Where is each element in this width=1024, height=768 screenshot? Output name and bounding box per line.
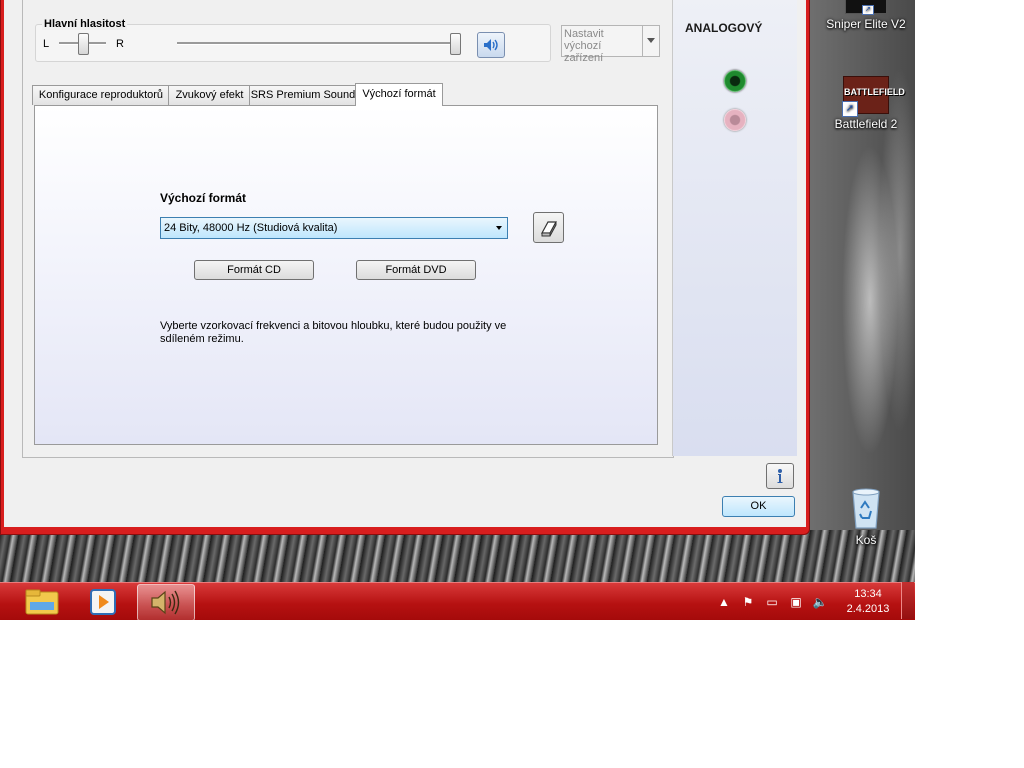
analog-title: ANALOGOVÝ	[685, 21, 763, 35]
desktop-wallpaper-strip	[0, 530, 915, 582]
default-format-panel: Výchozí formát 24 Bity, 48000 Hz (Studio…	[34, 105, 658, 445]
dialog-body: Hlavní hlasitost L R Nastavit výchozí za…	[4, 0, 806, 527]
battlefield-icon: BATTLEFIELD ➚	[842, 76, 905, 117]
clock-time: 13:34	[854, 588, 882, 600]
connector-panel: ANALOGOVÝ	[672, 0, 797, 456]
volume-icon[interactable]: 🔈	[812, 594, 828, 610]
network-icon[interactable]: ▣	[788, 594, 804, 610]
speaker-icon	[484, 39, 498, 51]
taskbar-clock[interactable]: 13:34 2.4.2013	[838, 587, 898, 617]
analog-jack-pink[interactable]	[724, 109, 746, 131]
main-volume-title: Hlavní hlasitost	[42, 18, 128, 30]
restore-defaults-button[interactable]	[533, 212, 564, 243]
desktop-icon-label: Battlefield 2	[834, 117, 898, 131]
volume-slider-track[interactable]	[177, 42, 460, 45]
dvd-format-button[interactable]: Formát DVD	[356, 260, 476, 280]
recycle-bin-icon	[852, 488, 880, 529]
volume-slider-thumb[interactable]	[450, 33, 461, 55]
tab-default-format[interactable]: Výchozí formát	[355, 83, 443, 106]
balance-left-label: L	[43, 38, 50, 50]
cd-format-button[interactable]: Formát CD	[194, 260, 314, 280]
tab-srs-premium-sound[interactable]: SRS Premium Sound	[249, 85, 357, 105]
balance-right-label: R	[116, 38, 124, 50]
eraser-icon	[540, 221, 558, 237]
file-explorer-icon	[25, 589, 59, 615]
set-default-device-label: Nastavit výchozí zařízení	[564, 28, 604, 64]
speaker-icon	[151, 590, 180, 615]
clock-date: 2.4.2013	[846, 603, 890, 615]
default-format-value: 24 Bity, 48000 Hz (Studiová kvalita)	[164, 222, 338, 234]
taskbar-sound-button[interactable]	[137, 584, 195, 620]
taskbar-file-explorer-button[interactable]	[14, 584, 70, 619]
taskbar: ▲ ⚑ ▭ ▣ 🔈 13:34 2.4.2013	[0, 582, 915, 620]
default-format-select[interactable]: 24 Bity, 48000 Hz (Studiová kvalita)	[160, 217, 508, 239]
dropdown-arrow-icon	[496, 226, 502, 230]
set-default-device-button[interactable]: Nastavit výchozí zařízení	[561, 25, 660, 64]
info-icon	[777, 469, 783, 483]
chevron-down-icon[interactable]	[642, 26, 659, 56]
mute-button[interactable]	[477, 32, 505, 58]
balance-slider-thumb[interactable]	[78, 33, 89, 55]
info-button[interactable]	[766, 463, 794, 489]
taskbar-media-player-button[interactable]	[75, 584, 131, 619]
panel-title: Výchozí formát	[160, 191, 247, 205]
desktop-icon-recycle-bin[interactable]: Koš	[826, 486, 906, 547]
screen: ➚ Sniper Elite V2 BATTLEFIELD ➚ Battlefi…	[0, 0, 915, 620]
action-center-flag-icon[interactable]: ⚑	[740, 594, 756, 610]
desktop-icon-sniper-elite[interactable]: ➚ Sniper Elite V2	[826, 0, 906, 31]
power-icon[interactable]: ▭	[764, 594, 780, 610]
show-desktop-button[interactable]	[901, 582, 914, 619]
sound-dialog-window: Hlavní hlasitost L R Nastavit výchozí za…	[0, 0, 810, 535]
shortcut-arrow-icon: ➚	[862, 5, 874, 15]
battlefield-logo-text: BATTLEFIELD	[844, 87, 905, 97]
sniper-elite-icon: ➚	[845, 0, 887, 15]
format-description: Vyberte vzorkovací frekvenci a bitovou h…	[160, 320, 507, 345]
desktop-icon-label: Koš	[855, 533, 877, 547]
analog-jack-green[interactable]	[724, 70, 746, 92]
show-hidden-icons-icon[interactable]: ▲	[716, 594, 732, 610]
tab-speaker-configuration[interactable]: Konfigurace reproduktorů	[32, 85, 170, 105]
tab-sound-effect[interactable]: Zvukový efekt	[168, 85, 251, 105]
desktop-icon-label: Sniper Elite V2	[826, 17, 906, 31]
shortcut-arrow-icon: ➚	[842, 101, 858, 117]
desktop-icon-battlefield[interactable]: BATTLEFIELD ➚ Battlefield 2	[826, 76, 906, 131]
ok-button[interactable]: OK	[722, 496, 795, 517]
media-player-icon	[90, 589, 116, 615]
